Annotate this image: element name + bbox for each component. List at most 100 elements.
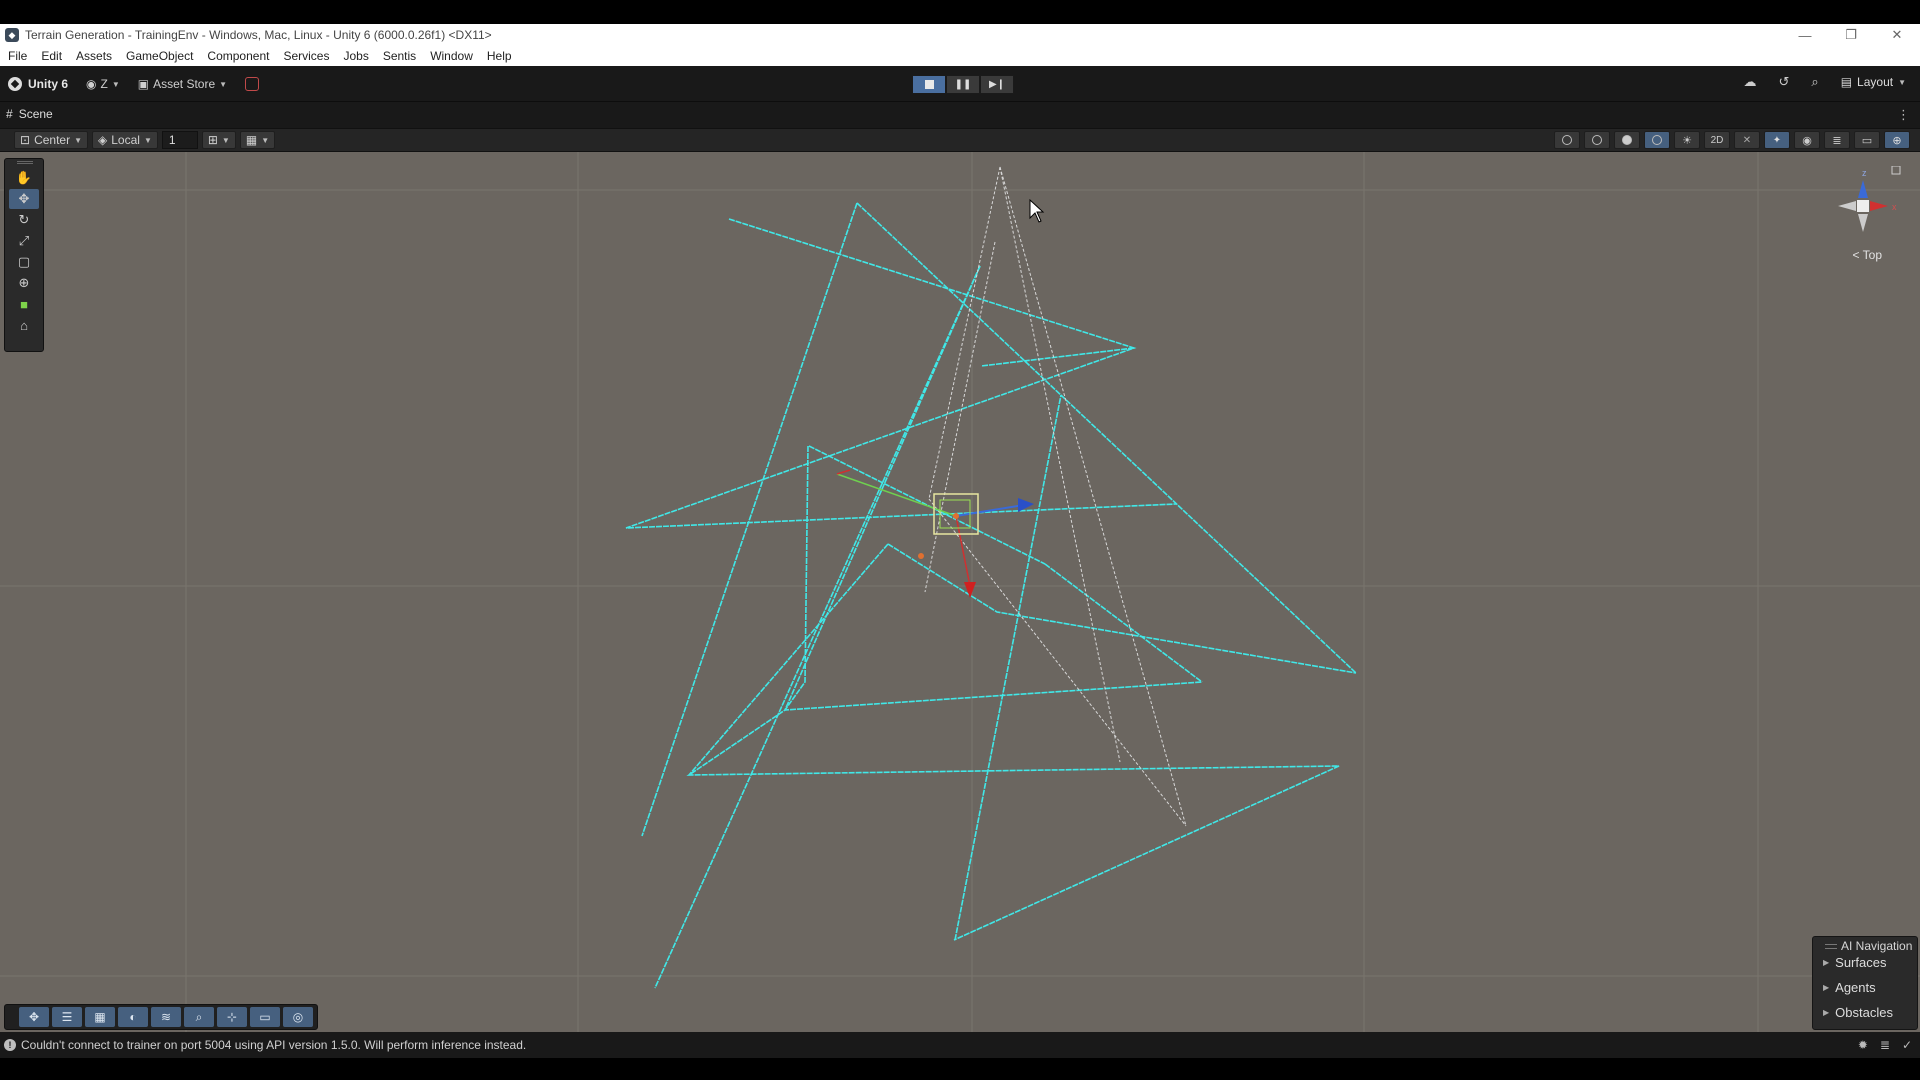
main-toolbar: Unity 6 ◉ Z ▼ ▣ Asset Store ▼ ❚❚ ▶❙ ☁ ↺ … xyxy=(0,66,1920,102)
menu-jobs[interactable]: Jobs xyxy=(343,49,368,63)
minimize-icon[interactable]: — xyxy=(1782,24,1828,46)
ai-nav-item-surfaces[interactable]: ▶ Surfaces xyxy=(1823,955,1886,970)
screen-top-bar xyxy=(0,0,1920,24)
scale-tool-icon[interactable]: ⤢ xyxy=(9,231,39,251)
pause-icon: ❚❚ xyxy=(954,79,972,90)
move-tool-icon[interactable]: ✥ xyxy=(9,189,39,209)
window-controls: — ❐ ✕ xyxy=(1782,24,1920,46)
history-icon[interactable]: ↺ xyxy=(1779,74,1790,90)
rect-tool-icon[interactable]: ▢ xyxy=(9,252,39,272)
search-icon[interactable]: ⌕ xyxy=(184,1007,214,1027)
package-warning-icon[interactable] xyxy=(245,77,260,91)
account-icon: ◉ xyxy=(86,77,97,91)
camera-icon[interactable]: ▭ xyxy=(1854,131,1880,149)
layers-status-icon[interactable]: ≣ xyxy=(1880,1038,1890,1052)
shaded-wireframe-icon[interactable] xyxy=(1584,131,1610,149)
bottom-overlay-toolbar: ✥ ☰ ▦ ◐ ≋ ⌕ ⊹ ▭ ◎ xyxy=(4,1004,318,1030)
chevron-down-icon: ▼ xyxy=(221,135,230,145)
transform-gizmo[interactable] xyxy=(836,469,1034,598)
menu-services[interactable]: Services xyxy=(283,49,329,63)
play-button[interactable] xyxy=(912,75,946,94)
2d-toggle-icon[interactable]: 2D xyxy=(1704,131,1730,149)
grid-toggle[interactable]: ▦ ▼ xyxy=(239,131,276,149)
grid-snap-icon[interactable]: ▦ xyxy=(85,1007,115,1027)
custom-tool-icon[interactable]: ■ xyxy=(9,294,39,314)
rotate-tool-icon[interactable]: ↻ xyxy=(9,210,39,230)
grid-icon: ▦ xyxy=(245,133,258,147)
pivot-label: Center xyxy=(34,133,71,147)
triangle-right-icon: ▶ xyxy=(1823,983,1830,992)
snap-toggle[interactable]: ⊞ ▼ xyxy=(201,131,236,149)
camera-icon[interactable]: ▭ xyxy=(250,1007,280,1027)
menu-component[interactable]: Component xyxy=(207,49,269,63)
pivot-icon[interactable]: ⊹ xyxy=(217,1007,247,1027)
scene-geometry xyxy=(0,152,1920,1032)
more-options-icon[interactable]: ⋮ xyxy=(1897,107,1910,123)
layout-dropdown[interactable]: ▤ Layout ▼ xyxy=(1841,75,1906,89)
grid-lines xyxy=(0,152,1920,1032)
restore-icon[interactable]: ❐ xyxy=(1828,24,1874,46)
visibility-icon[interactable]: ◉ xyxy=(1794,131,1820,149)
lighting-icon[interactable]: ☀ xyxy=(1674,131,1700,149)
cloud-icon[interactable]: ☁ xyxy=(1744,74,1757,90)
ai-nav-item-label: Surfaces xyxy=(1835,955,1887,970)
wireframe-icon[interactable] xyxy=(1554,131,1580,149)
cube-icon: ◈ xyxy=(98,133,108,147)
check-circle-icon[interactable]: ✓ xyxy=(1902,1038,1912,1052)
scene-tab-bar: # Scene ⋮ xyxy=(0,102,1920,128)
ai-nav-item-agents[interactable]: ▶ Agents xyxy=(1823,980,1876,995)
chevron-down-icon: ▼ xyxy=(219,79,228,89)
cyan-wireframe xyxy=(625,202,1357,989)
menu-sentis[interactable]: Sentis xyxy=(383,49,416,63)
pivot-mode-dropdown[interactable]: ⊡ Center ▼ xyxy=(14,131,89,149)
drag-handle-icon[interactable] xyxy=(1825,943,1837,949)
grid-increment-field[interactable]: 1 xyxy=(161,131,198,149)
layers-icon[interactable]: ≋ xyxy=(151,1007,181,1027)
transform-tool-icon[interactable]: ⊕ xyxy=(9,273,39,293)
gizmos-icon[interactable]: ⊕ xyxy=(1884,131,1910,149)
unlit-icon[interactable] xyxy=(1644,131,1670,149)
layers-icon[interactable]: ≣ xyxy=(1824,131,1850,149)
menu-assets[interactable]: Assets xyxy=(76,49,112,63)
shading-icon[interactable]: ◐ xyxy=(118,1007,148,1027)
pivot-space-dropdown[interactable]: ◈ Local ▼ xyxy=(92,131,158,149)
menu-edit[interactable]: Edit xyxy=(41,49,62,63)
align-icon[interactable]: ☰ xyxy=(52,1007,82,1027)
terrain-tool-icon[interactable]: ⌂ xyxy=(9,315,39,335)
compass-icon[interactable]: ◎ xyxy=(283,1007,313,1027)
audio-icon[interactable]: ✕ xyxy=(1734,131,1760,149)
bug-icon[interactable]: ✹ xyxy=(1858,1038,1868,1052)
shaded-icon[interactable] xyxy=(1614,131,1640,149)
gizmo-z-label: z xyxy=(1862,168,1867,178)
hand-tool-icon[interactable]: ✋ xyxy=(9,168,39,188)
effects-icon[interactable]: ✦ xyxy=(1764,131,1790,149)
ai-navigation-title: AI Navigation xyxy=(1841,939,1913,953)
search-icon[interactable]: ⌕ xyxy=(1811,74,1818,90)
drag-handle-icon[interactable] xyxy=(17,161,33,164)
screen-bottom-bar xyxy=(0,1058,1920,1080)
snap-icon: ⊞ xyxy=(207,133,218,147)
move-icon[interactable]: ✥ xyxy=(19,1007,49,1027)
asset-store-dropdown[interactable]: ▣ Asset Store ▼ xyxy=(138,77,227,91)
pivot-icon: ⊡ xyxy=(20,133,31,147)
ai-nav-item-obstacles[interactable]: ▶ Obstacles xyxy=(1823,1005,1893,1020)
close-icon[interactable]: ✕ xyxy=(1874,24,1920,46)
triangle-right-icon: ▶ xyxy=(1823,1008,1830,1017)
step-button[interactable]: ▶❙ xyxy=(980,75,1014,94)
unity-app-icon: ◆ xyxy=(5,28,19,42)
window-title: Terrain Generation - TrainingEnv - Windo… xyxy=(25,28,492,42)
scene-viewport[interactable]: ✋ ✥ ↻ ⤢ ▢ ⊕ ■ ⌂ z x < Top AI Navigation … xyxy=(0,152,1920,1032)
account-dropdown[interactable]: ◉ Z ▼ xyxy=(86,77,120,91)
tab-scene[interactable]: # Scene xyxy=(6,107,53,121)
menu-gameobject[interactable]: GameObject xyxy=(126,49,193,63)
ai-navigation-overlay: AI Navigation ▶ Surfaces ▶ Agents ▶ Obstacl… xyxy=(1812,936,1918,1030)
menu-window[interactable]: Window xyxy=(430,49,473,63)
menu-help[interactable]: Help xyxy=(487,49,512,63)
pause-button[interactable]: ❚❚ xyxy=(946,75,980,94)
status-message[interactable]: Couldn't connect to trainer on port 5004… xyxy=(21,1038,526,1052)
gizmo-x-label: x xyxy=(1892,202,1897,212)
menu-bar: File Edit Assets GameObject Component Se… xyxy=(0,46,1920,66)
ai-nav-item-label: Agents xyxy=(1835,980,1876,995)
menu-file[interactable]: File xyxy=(8,49,27,63)
view-mode-label[interactable]: < Top xyxy=(1853,248,1882,262)
